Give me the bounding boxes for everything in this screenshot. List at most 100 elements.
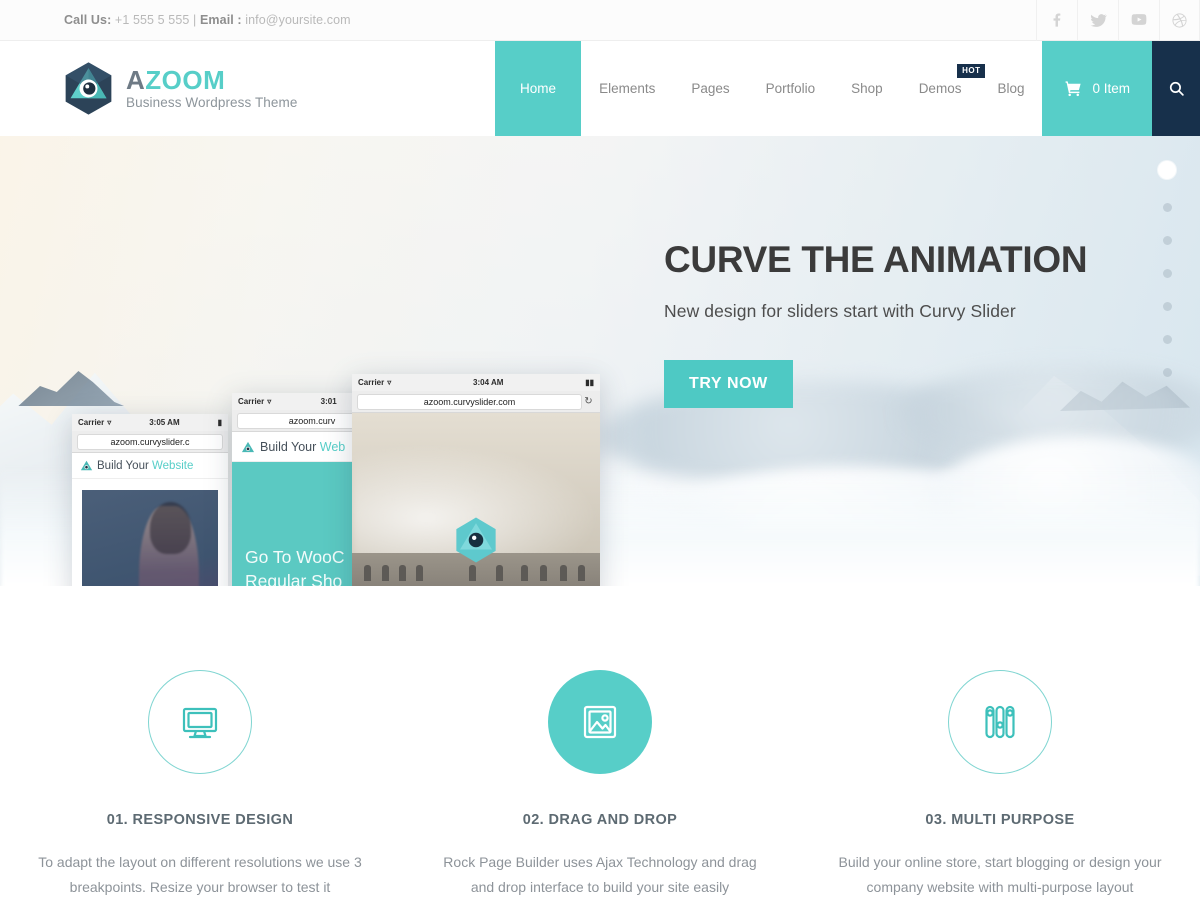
wifi-icon: ▿ [267, 397, 272, 406]
feature-description: Rock Page Builder uses Ajax Technology a… [443, 854, 757, 895]
nav-label: Demos [918, 81, 962, 96]
shopping-cart-icon [1066, 81, 1082, 97]
azoom-mini-logo [80, 460, 93, 471]
nav-label: Pages [691, 81, 730, 96]
features-row: 01. RESPONSIVE DESIGN To adapt the layou… [0, 670, 1200, 899]
cart-label: 0 Item [1092, 81, 1130, 96]
nav-label: Portfolio [765, 81, 816, 96]
monitor-icon [148, 670, 252, 774]
social-links [1036, 0, 1200, 41]
model-hair [150, 502, 191, 554]
contact-info: Call Us: +1 555 5 555 | Email : info@you… [64, 13, 351, 27]
phone-number[interactable]: +1 555 5 555 [115, 13, 190, 27]
slider-dot-3[interactable] [1162, 236, 1172, 245]
phone-url[interactable]: azoom.curvyslider.com [357, 393, 582, 410]
logo-text: AZOOM Business Wordpress Theme [126, 67, 297, 110]
slider-dot-1[interactable] [1158, 161, 1176, 179]
feature-title: 03. MULTI PURPOSE [925, 812, 1075, 828]
azoom-eye-hexagon-logo [456, 517, 496, 563]
slider-pagination [1158, 161, 1176, 377]
top-bar: Call Us: +1 555 5 555 | Email : info@you… [0, 0, 1200, 41]
feature-title: 01. RESPONSIVE DESIGN [106, 812, 294, 828]
promo-heading-line2: Regular Sho [245, 570, 343, 586]
azoom-mini-logo [241, 441, 255, 452]
email-address[interactable]: info@yoursite.com [245, 13, 350, 27]
slider-dot-6[interactable] [1162, 335, 1172, 344]
nav-item-shop[interactable]: Shop [833, 41, 901, 136]
site-header: AZOOM Business Wordpress Theme Home Elem… [0, 41, 1200, 136]
feature-title: 02. DRAG AND DROP [522, 812, 678, 828]
phone-mockup-back: Carrier ▿ 3:05 AM ▮ azoom.curvyslider.c … [72, 414, 228, 586]
carrier-label: Carrier [358, 378, 385, 387]
logo-title-zoom: ZOOM [145, 65, 226, 96]
dribbble-icon[interactable] [1159, 0, 1200, 41]
features-section: 01. RESPONSIVE DESIGN To adapt the layou… [0, 586, 1200, 899]
nav-item-blog[interactable]: Blog [979, 41, 1042, 136]
slider-dot-4[interactable] [1162, 269, 1172, 278]
logo-tagline: Business Wordpress Theme [126, 95, 298, 111]
phone-status-bar: Carrier ▿ 3:05 AM ▮ [72, 414, 228, 431]
wifi-icon: ▿ [387, 378, 392, 387]
hero-subtitle: New design for sliders start with Curvy … [664, 300, 1016, 321]
site-header-bar: Build Your Website [72, 453, 228, 479]
twitter-icon[interactable] [1077, 0, 1118, 41]
feature-card-drag-and-drop: 02. DRAG AND DROP Rock Page Builder uses… [400, 670, 800, 899]
azoom-eye-hexagon-logo [65, 62, 112, 115]
promo-heading-line1: Go To WooC [245, 547, 345, 567]
status-time: 3:01 [320, 397, 337, 406]
status-time: 3:05 AM [149, 418, 180, 427]
logo-title-a: A [126, 65, 146, 96]
carrier-label: Carrier [78, 418, 105, 427]
logo[interactable]: AZOOM Business Wordpress Theme [64, 41, 297, 136]
hero-content: CURVE THE ANIMATION New design for slide… [664, 239, 1134, 408]
phone-mockups: Carrier ▿ 3:05 AM ▮ azoom.curvyslider.c … [0, 136, 640, 586]
nav-label: Blog [997, 81, 1025, 96]
sliders-icon [948, 670, 1052, 774]
hero-slider: CURVE THE ANIMATION New design for slide… [0, 136, 1200, 586]
nav-label: Elements [599, 81, 656, 96]
logo-title: AZOOM [126, 67, 297, 93]
contact-separator: | [193, 13, 197, 27]
skate-park-screenshot: BUILD YOUR WEBSITE WHILE HAVING FUN [352, 413, 600, 586]
promo-heading: Go To WooC Regular Sho [245, 546, 345, 586]
phone-mockup-front: Carrier ▿ 3:04 AM ▮▮ azoom.curvyslider.c… [352, 374, 600, 586]
search-icon [1169, 81, 1184, 96]
product-card: Night Dres ↲ $489.00 [82, 490, 218, 586]
nav-label: Home [520, 81, 557, 96]
feature-card-multi-purpose: 03. MULTI PURPOSE Build your online stor… [800, 670, 1200, 899]
hero-title: CURVE THE ANIMATION [664, 239, 1088, 280]
email-label: Email : [199, 13, 242, 27]
site-title: Build Your Web [260, 439, 346, 454]
youtube-icon[interactable] [1118, 0, 1159, 41]
phone-status-bar: Carrier ▿ 3:04 AM ▮▮ [352, 374, 600, 391]
search-button[interactable] [1152, 41, 1200, 136]
slider-dot-2[interactable] [1162, 203, 1172, 212]
call-label: Call Us: [64, 13, 112, 27]
reload-icon[interactable]: ↻ [582, 396, 595, 407]
image-icon [548, 670, 652, 774]
facebook-icon[interactable] [1036, 0, 1077, 41]
wifi-icon: ▿ [107, 418, 112, 427]
feature-card-responsive-design: 01. RESPONSIVE DESIGN To adapt the layou… [0, 670, 400, 899]
status-time: 3:04 AM [473, 378, 504, 387]
slider-dot-5[interactable] [1162, 302, 1172, 311]
nav-label: Shop [851, 81, 883, 96]
site-title: Build Your Website [97, 459, 194, 472]
battery-icon: ▮ [217, 418, 222, 427]
feature-description: Build your online store, start blogging … [838, 854, 1162, 895]
nav-item-pages[interactable]: Pages [673, 41, 747, 136]
page-root: Call Us: +1 555 5 555 | Email : info@you… [0, 0, 1200, 900]
nav-item-demos[interactable]: Demos HOT [901, 41, 986, 136]
nav-item-home[interactable]: Home [495, 41, 582, 136]
battery-icon: ▮▮ [585, 378, 594, 387]
phone-url-bar: azoom.curvyslider.c [72, 431, 228, 453]
cart-button[interactable]: 0 Item [1042, 41, 1152, 136]
phone-url[interactable]: azoom.curvyslider.c [77, 433, 223, 450]
nav-item-portfolio[interactable]: Portfolio [748, 41, 834, 136]
feature-description: To adapt the layout on different resolut… [38, 854, 362, 895]
phone-url-bar: azoom.curvyslider.com ↻ [352, 391, 600, 413]
main-navigation: Home Elements Pages Portfolio Shop Demos… [495, 41, 1200, 136]
try-now-button[interactable]: TRY NOW [664, 359, 793, 408]
slider-dot-7[interactable] [1162, 368, 1172, 377]
nav-item-elements[interactable]: Elements [581, 41, 673, 136]
